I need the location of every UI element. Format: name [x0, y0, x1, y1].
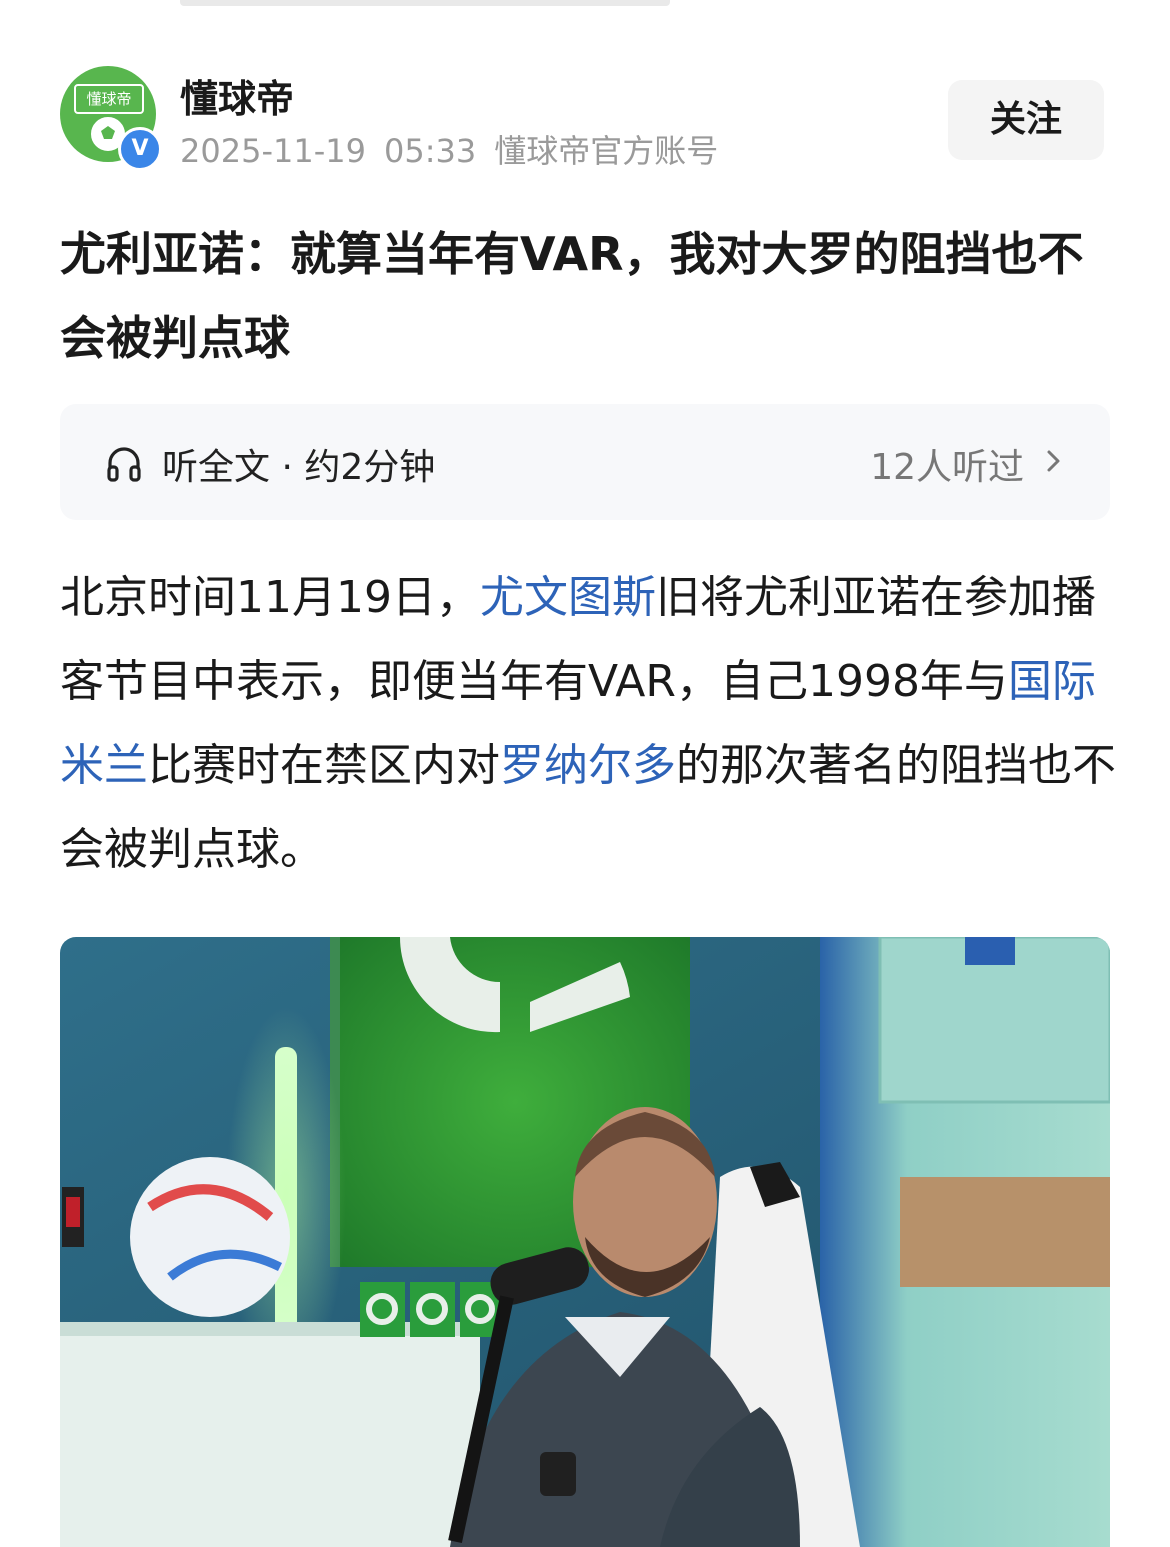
account-type: 懂球帝官方账号 — [494, 132, 719, 170]
post-date: 2025-11-19 — [180, 132, 366, 170]
post-time: 05:33 — [383, 132, 477, 170]
listen-label: 听全文 · 约2分钟 — [162, 447, 436, 488]
author-name[interactable]: 懂球帝 — [180, 68, 294, 123]
chevron-right-icon — [1047, 450, 1060, 472]
body-text-1: 北京时间11月19日， — [60, 572, 480, 623]
top-edge — [180, 0, 670, 6]
link-ronaldo[interactable]: 罗纳尔多 — [500, 740, 676, 791]
follow-button[interactable]: 关注 — [948, 80, 1104, 160]
link-juventus[interactable]: 尤文图斯 — [480, 572, 656, 623]
article-body: 北京时间11月19日，尤文图斯旧将尤利亚诺在参加播客节目中表示，即便当年有VAR… — [60, 556, 1120, 892]
avatar-logo-text: 懂球帝 — [74, 84, 144, 114]
podcast-studio-photo — [60, 937, 1110, 1547]
body-text-3: 比赛时在禁区内对 — [148, 740, 500, 791]
article-photo[interactable] — [60, 937, 1110, 1547]
post-meta: 2025-11-19 05:33 懂球帝官方账号 — [180, 126, 736, 172]
listen-count: 12人听过 — [870, 447, 1024, 488]
listen-full-text-bar[interactable]: 听全文 · 约2分钟 12人听过 — [60, 404, 1110, 520]
article-title: 尤利亚诺：就算当年有VAR，我对大罗的阻挡也不会被判点球 — [60, 227, 1084, 365]
headphone-icon — [107, 447, 141, 482]
verified-badge-icon: V — [118, 127, 162, 171]
